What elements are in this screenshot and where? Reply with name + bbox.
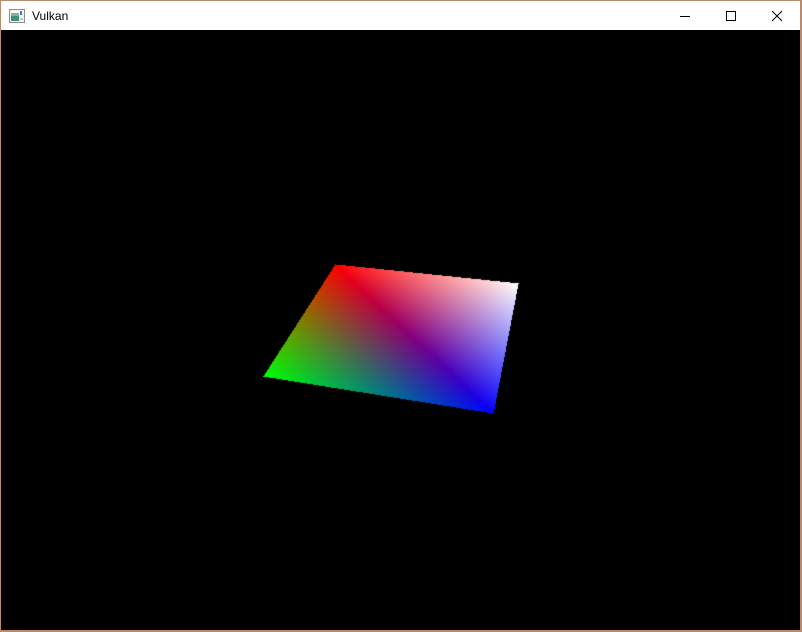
close-icon (771, 10, 783, 21)
app-icon[interactable] (9, 8, 25, 24)
window-title: Vulkan (32, 8, 69, 23)
close-button[interactable] (754, 1, 800, 30)
vulkan-window: Vulkan (0, 0, 802, 632)
maximize-icon (726, 10, 736, 21)
maximize-button[interactable] (708, 1, 754, 30)
minimize-button[interactable] (662, 1, 708, 30)
titlebar[interactable]: Vulkan (1, 1, 800, 30)
application-window-icon (9, 8, 25, 23)
caption-buttons (662, 1, 800, 30)
minimize-icon (680, 15, 690, 17)
render-viewport (1, 30, 800, 630)
